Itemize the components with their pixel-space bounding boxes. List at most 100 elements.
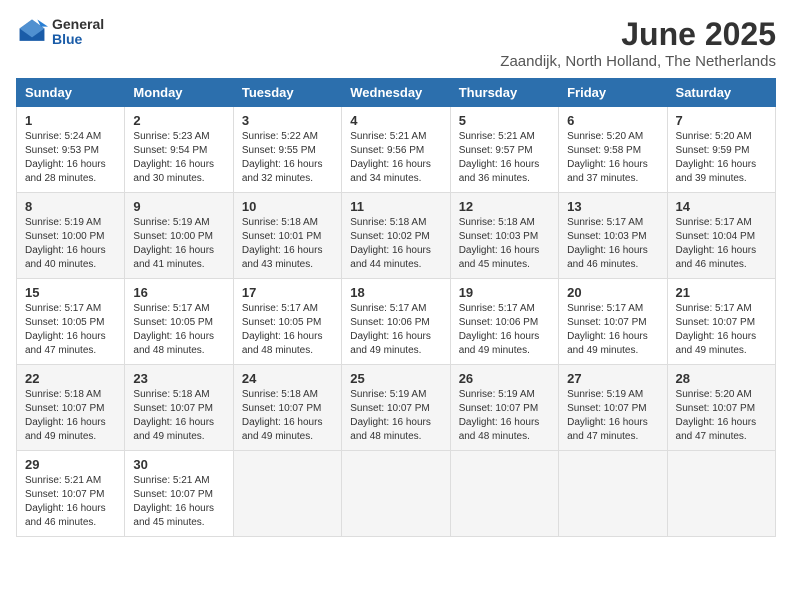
calendar-cell: 11 Sunrise: 5:18 AM Sunset: 10:02 PM Day… (342, 193, 450, 279)
cell-content: Sunrise: 5:17 AM Sunset: 10:03 PM Daylig… (567, 216, 658, 272)
calendar-cell: 29 Sunrise: 5:21 AM Sunset: 10:07 PM Day… (17, 451, 125, 537)
calendar-cell: 22 Sunrise: 5:18 AM Sunset: 10:07 PM Day… (17, 365, 125, 451)
day-number: 27 (567, 371, 658, 386)
logo: General Blue (16, 16, 104, 48)
logo-text: General Blue (52, 17, 104, 48)
location-title: Zaandijk, North Holland, The Netherlands (500, 53, 776, 70)
day-number: 16 (133, 285, 224, 300)
day-number: 19 (459, 285, 550, 300)
calendar-week-row: 1 Sunrise: 5:24 AM Sunset: 9:53 PM Dayli… (17, 107, 776, 193)
day-number: 3 (242, 113, 333, 128)
calendar-cell: 14 Sunrise: 5:17 AM Sunset: 10:04 PM Day… (667, 193, 775, 279)
month-title: June 2025 (500, 16, 776, 53)
logo-blue: Blue (52, 32, 104, 47)
cell-content: Sunrise: 5:17 AM Sunset: 10:04 PM Daylig… (676, 216, 767, 272)
cell-content: Sunrise: 5:18 AM Sunset: 10:02 PM Daylig… (350, 216, 441, 272)
calendar-cell: 20 Sunrise: 5:17 AM Sunset: 10:07 PM Day… (559, 279, 667, 365)
cell-content: Sunrise: 5:18 AM Sunset: 10:07 PM Daylig… (25, 388, 116, 444)
cell-content: Sunrise: 5:17 AM Sunset: 10:05 PM Daylig… (25, 302, 116, 358)
day-number: 12 (459, 199, 550, 214)
calendar-cell: 9 Sunrise: 5:19 AM Sunset: 10:00 PM Dayl… (125, 193, 233, 279)
day-number: 14 (676, 199, 767, 214)
cell-content: Sunrise: 5:23 AM Sunset: 9:54 PM Dayligh… (133, 130, 224, 186)
calendar-cell (233, 451, 341, 537)
weekday-header-row: SundayMondayTuesdayWednesdayThursdayFrid… (17, 79, 776, 107)
weekday-header-monday: Monday (125, 79, 233, 107)
calendar-cell: 6 Sunrise: 5:20 AM Sunset: 9:58 PM Dayli… (559, 107, 667, 193)
calendar-cell: 27 Sunrise: 5:19 AM Sunset: 10:07 PM Day… (559, 365, 667, 451)
day-number: 28 (676, 371, 767, 386)
day-number: 5 (459, 113, 550, 128)
cell-content: Sunrise: 5:20 AM Sunset: 10:07 PM Daylig… (676, 388, 767, 444)
day-number: 25 (350, 371, 441, 386)
cell-content: Sunrise: 5:20 AM Sunset: 9:58 PM Dayligh… (567, 130, 658, 186)
cell-content: Sunrise: 5:17 AM Sunset: 10:06 PM Daylig… (350, 302, 441, 358)
day-number: 30 (133, 457, 224, 472)
calendar-cell (450, 451, 558, 537)
calendar-cell (559, 451, 667, 537)
calendar-cell: 16 Sunrise: 5:17 AM Sunset: 10:05 PM Day… (125, 279, 233, 365)
cell-content: Sunrise: 5:21 AM Sunset: 9:57 PM Dayligh… (459, 130, 550, 186)
calendar-table: SundayMondayTuesdayWednesdayThursdayFrid… (16, 78, 776, 537)
day-number: 10 (242, 199, 333, 214)
calendar-week-row: 29 Sunrise: 5:21 AM Sunset: 10:07 PM Day… (17, 451, 776, 537)
calendar-cell: 26 Sunrise: 5:19 AM Sunset: 10:07 PM Day… (450, 365, 558, 451)
cell-content: Sunrise: 5:17 AM Sunset: 10:05 PM Daylig… (133, 302, 224, 358)
logo-general: General (52, 17, 104, 32)
cell-content: Sunrise: 5:18 AM Sunset: 10:01 PM Daylig… (242, 216, 333, 272)
cell-content: Sunrise: 5:24 AM Sunset: 9:53 PM Dayligh… (25, 130, 116, 186)
calendar-cell: 2 Sunrise: 5:23 AM Sunset: 9:54 PM Dayli… (125, 107, 233, 193)
cell-content: Sunrise: 5:21 AM Sunset: 10:07 PM Daylig… (133, 474, 224, 530)
calendar-cell: 8 Sunrise: 5:19 AM Sunset: 10:00 PM Dayl… (17, 193, 125, 279)
weekday-header-wednesday: Wednesday (342, 79, 450, 107)
day-number: 24 (242, 371, 333, 386)
calendar-cell (342, 451, 450, 537)
calendar-week-row: 15 Sunrise: 5:17 AM Sunset: 10:05 PM Day… (17, 279, 776, 365)
cell-content: Sunrise: 5:19 AM Sunset: 10:07 PM Daylig… (459, 388, 550, 444)
calendar-cell: 19 Sunrise: 5:17 AM Sunset: 10:06 PM Day… (450, 279, 558, 365)
cell-content: Sunrise: 5:18 AM Sunset: 10:07 PM Daylig… (242, 388, 333, 444)
weekday-header-saturday: Saturday (667, 79, 775, 107)
day-number: 26 (459, 371, 550, 386)
cell-content: Sunrise: 5:19 AM Sunset: 10:07 PM Daylig… (350, 388, 441, 444)
calendar-cell: 17 Sunrise: 5:17 AM Sunset: 10:05 PM Day… (233, 279, 341, 365)
day-number: 4 (350, 113, 441, 128)
day-number: 1 (25, 113, 116, 128)
day-number: 20 (567, 285, 658, 300)
calendar-cell (667, 451, 775, 537)
cell-content: Sunrise: 5:17 AM Sunset: 10:05 PM Daylig… (242, 302, 333, 358)
calendar-cell: 15 Sunrise: 5:17 AM Sunset: 10:05 PM Day… (17, 279, 125, 365)
day-number: 6 (567, 113, 658, 128)
cell-content: Sunrise: 5:18 AM Sunset: 10:07 PM Daylig… (133, 388, 224, 444)
calendar-cell: 3 Sunrise: 5:22 AM Sunset: 9:55 PM Dayli… (233, 107, 341, 193)
day-number: 8 (25, 199, 116, 214)
day-number: 2 (133, 113, 224, 128)
calendar-cell: 30 Sunrise: 5:21 AM Sunset: 10:07 PM Day… (125, 451, 233, 537)
day-number: 7 (676, 113, 767, 128)
calendar-cell: 5 Sunrise: 5:21 AM Sunset: 9:57 PM Dayli… (450, 107, 558, 193)
day-number: 11 (350, 199, 441, 214)
day-number: 21 (676, 285, 767, 300)
calendar-cell: 18 Sunrise: 5:17 AM Sunset: 10:06 PM Day… (342, 279, 450, 365)
day-number: 17 (242, 285, 333, 300)
weekday-header-sunday: Sunday (17, 79, 125, 107)
day-number: 23 (133, 371, 224, 386)
calendar-cell: 10 Sunrise: 5:18 AM Sunset: 10:01 PM Day… (233, 193, 341, 279)
calendar-cell: 13 Sunrise: 5:17 AM Sunset: 10:03 PM Day… (559, 193, 667, 279)
calendar-week-row: 22 Sunrise: 5:18 AM Sunset: 10:07 PM Day… (17, 365, 776, 451)
calendar-cell: 21 Sunrise: 5:17 AM Sunset: 10:07 PM Day… (667, 279, 775, 365)
cell-content: Sunrise: 5:17 AM Sunset: 10:07 PM Daylig… (567, 302, 658, 358)
cell-content: Sunrise: 5:20 AM Sunset: 9:59 PM Dayligh… (676, 130, 767, 186)
weekday-header-tuesday: Tuesday (233, 79, 341, 107)
cell-content: Sunrise: 5:19 AM Sunset: 10:00 PM Daylig… (133, 216, 224, 272)
calendar-cell: 24 Sunrise: 5:18 AM Sunset: 10:07 PM Day… (233, 365, 341, 451)
weekday-header-thursday: Thursday (450, 79, 558, 107)
calendar-cell: 25 Sunrise: 5:19 AM Sunset: 10:07 PM Day… (342, 365, 450, 451)
cell-content: Sunrise: 5:19 AM Sunset: 10:00 PM Daylig… (25, 216, 116, 272)
day-number: 15 (25, 285, 116, 300)
cell-content: Sunrise: 5:22 AM Sunset: 9:55 PM Dayligh… (242, 130, 333, 186)
logo-icon (16, 16, 48, 48)
day-number: 18 (350, 285, 441, 300)
calendar-cell: 28 Sunrise: 5:20 AM Sunset: 10:07 PM Day… (667, 365, 775, 451)
weekday-header-friday: Friday (559, 79, 667, 107)
